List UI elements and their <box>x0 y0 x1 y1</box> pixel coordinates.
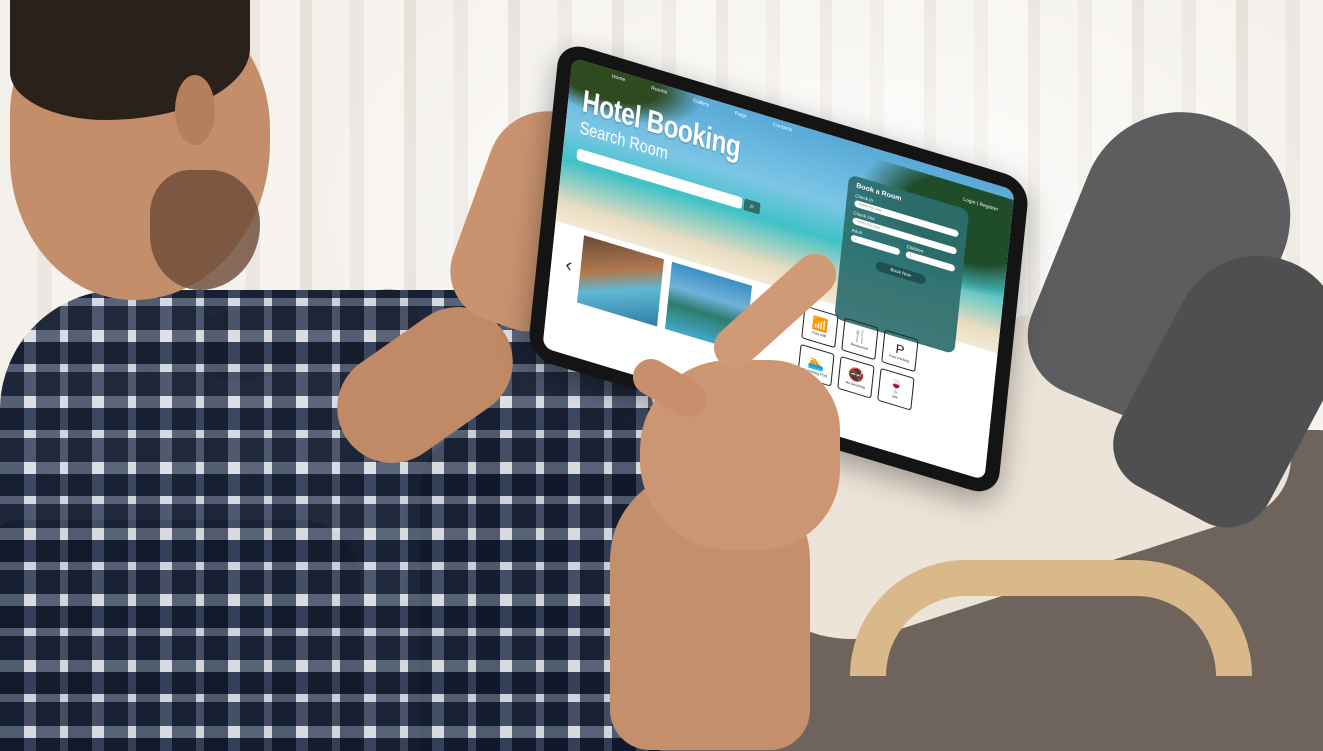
no-smoking-icon: 🚭 No Smoking <box>837 355 875 399</box>
search-button[interactable]: ⌕ <box>743 198 761 215</box>
book-now-button[interactable]: Book Now <box>875 260 927 286</box>
bar-icon: 🍷 Bar <box>877 367 915 411</box>
nav-item-page[interactable]: Page <box>734 110 747 127</box>
search-icon: ⌕ <box>749 201 755 212</box>
person-ear <box>175 75 215 145</box>
wifi-icon: 📶 Free Wifi <box>801 305 839 349</box>
nav-item-contacts[interactable]: Contacts <box>772 122 792 141</box>
photo-scene: Home Rooms Gallery Page Contacts Login |… <box>0 0 1323 751</box>
chair-armrest <box>850 560 1252 676</box>
chevron-left-icon[interactable]: ‹ <box>564 253 573 277</box>
